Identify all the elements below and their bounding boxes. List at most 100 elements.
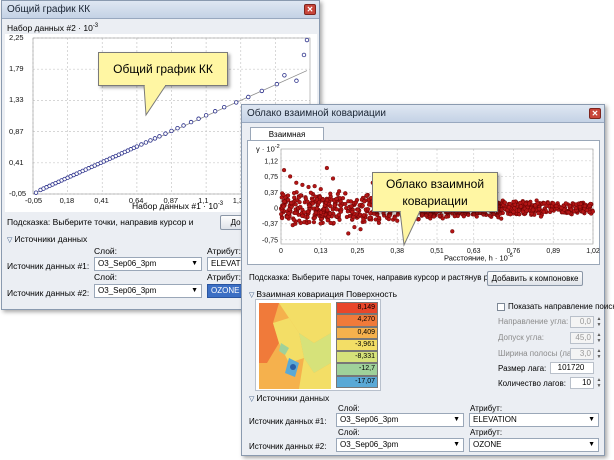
legend-entry: -3,961 [336,338,378,352]
cov-point [337,217,342,222]
dir-angle-label: Направление угла: [498,317,569,326]
qq-src1-label: Источник данных #1: [7,261,90,271]
cov-point [343,201,348,207]
qq-y-axis-label: Набор данных #2 · 10-3 [7,23,99,33]
cov-point [566,210,571,215]
cov-x-tick: 0,89 [546,248,560,255]
cov-titlebar[interactable]: Облако взаимной ковариации [242,105,604,123]
cov-point [352,225,357,230]
cov-src2-attr-select[interactable]: OZONE ▼ [469,438,599,452]
cov-point [536,210,541,216]
cov-point [578,201,583,206]
cov-point [362,199,367,204]
cov-add-button[interactable]: Добавить к компоновке [487,271,583,286]
cov-point [349,204,354,209]
cov-point [282,199,287,204]
cov-point [281,192,286,197]
dropdown-arrow-icon: ▼ [588,416,595,423]
qq-point [139,142,144,147]
dropdown-arrow-icon: ▼ [588,441,595,448]
collapse-triangle-icon: ▽ [7,237,13,244]
cov-point [351,214,356,220]
cov-tab[interactable]: Взаимная ковариация [250,127,324,152]
cov-point [298,193,303,198]
cov-attr-label-2: Атрибут: [470,428,503,437]
dropdown-arrow-icon: ▼ [453,416,460,423]
cov-point [377,215,382,220]
tolerance-spinner[interactable]: ▲ ▼ [595,332,603,344]
qq-point [221,104,227,110]
lag-size-input[interactable]: 101720 [550,362,594,374]
cov-point [338,209,343,214]
cov-point [297,218,302,223]
qq-src1-layer-select[interactable]: O3_Sep06_3pm ▼ [94,257,202,271]
lag-count-input[interactable]: 10 [570,377,594,389]
cov-point [538,214,544,219]
cov-src1-attr-select[interactable]: ELEVATION ▼ [469,413,599,427]
cov-x-axis-label: Расстояние, h · 10-5 [444,253,513,263]
cov-point [297,200,302,205]
qq-point [152,136,158,141]
cov-x-tick: 0,25 [351,248,365,255]
cov-sources-header[interactable]: ▽ Источники данных [249,393,329,403]
cov-y-tick: -0,75 [262,237,278,244]
cov-point [286,211,291,216]
cov-point [307,219,312,225]
qq-y-tick: -0,05 [9,189,27,198]
legend-entry: -17,07 [336,375,378,388]
cov-layer-label-2: Слой: [338,428,360,437]
cov-point [474,214,479,219]
cov-point [287,207,292,212]
cov-point [305,199,310,204]
cov-point [307,203,312,208]
dir-angle-input[interactable]: 0,0 [570,316,594,328]
cov-point [324,165,329,171]
qq-close-button[interactable]: ✕ [304,4,316,15]
dir-angle-spinner[interactable]: ▲ ▼ [595,316,603,328]
lag-size-label: Размер лага: [498,364,547,373]
cov-point [328,211,333,216]
qq-y-tick: 2,25 [9,33,24,42]
qq-x-axis-label: Набор данных #1 · 10-3 [132,201,224,211]
cov-point [554,203,559,209]
cov-callout: Облако взаимной ковариации [372,172,498,212]
qq-point [212,109,218,114]
cov-src1-layer-select[interactable]: O3_Sep06_3pm ▼ [336,413,464,427]
qq-attr-label-2: Атрибут: [207,272,242,282]
cov-point [533,203,538,208]
cov-surface-map[interactable] [259,303,331,389]
cov-close-button[interactable]: ✕ [589,108,601,119]
qq-sources-header[interactable]: ▽ Источники данных [7,234,87,244]
tolerance-input[interactable]: 45,0 [570,332,594,344]
cov-point [318,221,323,226]
bandwidth-spinner[interactable]: ▲ ▼ [595,348,603,360]
qq-point [157,134,162,139]
cov-point [279,216,285,221]
cov-point [567,204,572,209]
cov-y-tick: 1,12 [264,158,278,165]
cov-x-tick: 1,02 [586,248,600,255]
qq-src2-layer-select[interactable]: O3_Sep06_3pm ▼ [94,284,202,298]
show-direction-checkbox[interactable] [497,303,505,311]
cov-y-tick: 0,37 [264,190,278,197]
legend-entry: 8,149 [336,302,378,315]
qq-point [234,100,239,105]
cov-point [288,174,293,179]
bandwidth-input[interactable]: 3,0 [570,348,594,360]
cov-surface-header[interactable]: ▽ Взаимная ковариация Поверхность [249,289,397,299]
cov-point [281,204,286,209]
lag-count-spinner[interactable]: ▲ ▼ [595,377,603,389]
cov-point [450,229,455,234]
legend-entry: -8,331 [336,351,378,364]
qq-titlebar[interactable]: Общий график КК [2,1,319,19]
qq-x-tick: 0,18 [59,196,75,205]
cov-point [360,203,365,208]
cov-point [466,212,471,217]
qq-point [294,78,299,83]
cov-point [544,203,549,208]
cov-window: Облако взаимной ковариации ✕ Взаимная ко… [241,104,614,456]
cov-src2-layer-select[interactable]: O3_Sep06_3pm ▼ [336,438,464,452]
cov-point [348,199,354,204]
cov-point [293,210,298,215]
cov-point [587,203,592,208]
